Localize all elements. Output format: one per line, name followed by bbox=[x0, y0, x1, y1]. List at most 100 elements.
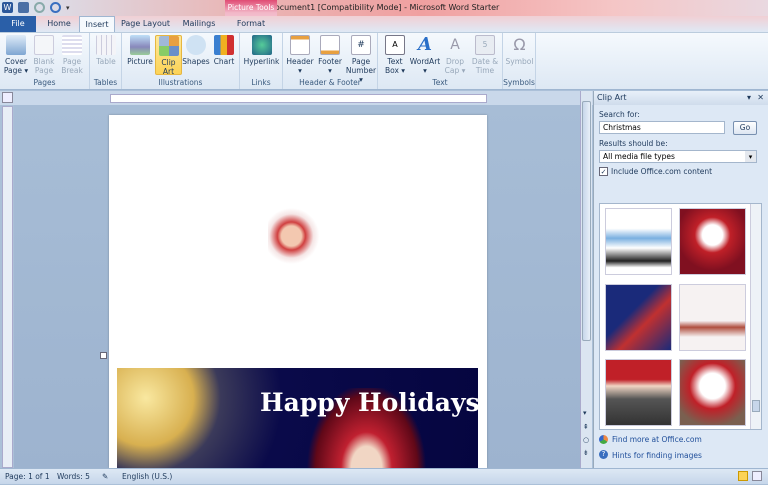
chart-button[interactable]: Chart bbox=[210, 35, 238, 66]
print-layout-icon[interactable] bbox=[738, 471, 748, 481]
page-break-icon bbox=[62, 35, 82, 55]
word-count[interactable]: Words: 5 bbox=[57, 469, 90, 485]
clip-art-button[interactable]: Clip Art bbox=[155, 35, 182, 76]
vertical-scrollbar[interactable]: ▾ ⇞ ○ ⇟ bbox=[580, 91, 592, 468]
drop-cap-icon: A bbox=[450, 37, 460, 53]
clip-result-santa-laptop[interactable] bbox=[605, 359, 672, 426]
results-scrollbar[interactable] bbox=[750, 204, 761, 429]
ribbon-tabs: File Home Insert Page Layout Mailings Fo… bbox=[0, 16, 768, 32]
close-icon[interactable]: ✕ bbox=[757, 91, 764, 105]
group-illustrations: Picture Clip Art Shapes Chart Illustrati… bbox=[122, 33, 240, 89]
group-label: Links bbox=[251, 78, 271, 87]
horizontal-ruler[interactable] bbox=[110, 94, 487, 103]
holiday-banner-image[interactable]: Happy Holidays bbox=[117, 368, 478, 468]
clip-result-santa-writing[interactable] bbox=[679, 359, 746, 426]
wordart-icon: A bbox=[418, 34, 432, 55]
shapes-button[interactable]: Shapes bbox=[182, 35, 210, 66]
tab-file[interactable]: File bbox=[0, 16, 36, 32]
text-box-button[interactable]: A Text Box ▾ bbox=[382, 35, 408, 75]
group-pages: Cover Page ▾ Blank Page Page Break Pages bbox=[0, 33, 90, 89]
results-label: Results should be: bbox=[599, 139, 668, 148]
header-icon bbox=[290, 35, 310, 55]
tab-page-layout[interactable]: Page Layout bbox=[118, 16, 173, 32]
banner-text: Happy Holidays bbox=[260, 388, 478, 417]
wordart-button[interactable]: A WordArt ▾ bbox=[409, 34, 441, 76]
footer-icon bbox=[320, 35, 340, 55]
omega-icon: Ω bbox=[513, 35, 526, 54]
clip-result-santa-sofa[interactable] bbox=[679, 284, 746, 351]
date-time-button[interactable]: 5 Date & Time bbox=[470, 35, 500, 75]
tab-mailings[interactable]: Mailings bbox=[176, 16, 222, 32]
tab-insert[interactable]: Insert bbox=[79, 16, 115, 32]
language[interactable]: English (U.S.) bbox=[122, 469, 172, 485]
full-screen-reading-icon[interactable] bbox=[752, 471, 762, 481]
include-office-checkbox[interactable]: ✓ bbox=[599, 167, 608, 176]
clip-result-santa-sleigh[interactable] bbox=[605, 284, 672, 351]
pane-options-icon[interactable]: ▾ bbox=[747, 91, 751, 105]
search-input[interactable]: Christmas bbox=[599, 121, 725, 134]
hyperlink-button[interactable]: Hyperlink bbox=[242, 35, 281, 66]
drop-cap-button[interactable]: A Drop Cap ▾ bbox=[441, 35, 469, 75]
page-break-button[interactable]: Page Break bbox=[58, 35, 86, 75]
clip-result-snow-globe[interactable] bbox=[605, 208, 672, 275]
symbol-button[interactable]: Ω Symbol bbox=[505, 35, 534, 66]
anchor-icon[interactable] bbox=[100, 352, 107, 359]
group-header-footer: Header ▾ Footer ▾ # Page Number ▾ Header & … bbox=[283, 33, 378, 89]
cover-page-button[interactable]: Cover Page ▾ bbox=[2, 35, 30, 75]
proofing-icon[interactable]: ✎ bbox=[102, 469, 108, 485]
group-label: Illustrations bbox=[158, 78, 203, 87]
group-label: Pages bbox=[33, 78, 56, 87]
group-label: Symbols bbox=[503, 78, 535, 87]
next-page-icon[interactable]: ⇟ bbox=[583, 449, 589, 457]
page-number-button[interactable]: # Page Number ▾ bbox=[345, 35, 377, 84]
scroll-down-icon[interactable]: ▾ bbox=[583, 409, 587, 417]
pane-title: Clip Art bbox=[597, 93, 627, 102]
santa-clip-art-image[interactable] bbox=[268, 208, 320, 264]
footer-button[interactable]: Footer ▾ bbox=[315, 35, 345, 75]
tab-home[interactable]: Home bbox=[40, 16, 78, 32]
table-button[interactable]: Table bbox=[92, 35, 120, 66]
media-type-select[interactable]: All media file types ▾ bbox=[599, 150, 757, 163]
calendar-icon: 5 bbox=[475, 35, 495, 55]
picture-icon bbox=[130, 35, 150, 55]
clip-result-santa-gift[interactable] bbox=[679, 208, 746, 275]
picture-tools-label: Picture Tools bbox=[227, 3, 275, 12]
scrollbar-thumb[interactable] bbox=[582, 101, 591, 341]
find-more-link[interactable]: Find more at Office.com bbox=[612, 435, 702, 444]
shapes-icon bbox=[186, 35, 206, 55]
chevron-down-icon[interactable]: ▾ bbox=[745, 151, 756, 162]
search-label: Search for: bbox=[599, 110, 640, 119]
go-button[interactable]: Go bbox=[733, 121, 757, 135]
picture-button[interactable]: Picture bbox=[125, 35, 155, 66]
results-list[interactable] bbox=[599, 203, 762, 430]
tab-selector-icon[interactable] bbox=[2, 92, 13, 103]
cover-page-icon bbox=[6, 35, 26, 55]
table-icon bbox=[96, 35, 116, 55]
title-bar: W ▾ Document1 [Compatibility Mode] - Mic… bbox=[0, 0, 768, 16]
status-bar: Page: 1 of 1 Words: 5 ✎ English (U.S.) bbox=[0, 468, 768, 484]
previous-page-icon[interactable]: ⇞ bbox=[583, 423, 589, 431]
text-box-icon: A bbox=[385, 35, 405, 55]
group-symbols: Ω Symbol Symbols bbox=[503, 33, 536, 89]
group-links: Hyperlink Links bbox=[240, 33, 283, 89]
group-text: A Text Box ▾ A WordArt ▾ A Drop Cap ▾ 5 Date … bbox=[378, 33, 503, 89]
group-label: Tables bbox=[93, 78, 118, 87]
blank-page-button[interactable]: Blank Page bbox=[31, 35, 57, 75]
help-icon: ? bbox=[599, 450, 608, 459]
browse-object-icon[interactable]: ○ bbox=[583, 436, 589, 444]
media-type-value: All media file types bbox=[603, 152, 675, 161]
clip-art-icon bbox=[158, 36, 179, 56]
page-count[interactable]: Page: 1 of 1 bbox=[5, 469, 50, 485]
vertical-ruler[interactable] bbox=[2, 106, 13, 468]
hints-link[interactable]: Hints for finding images bbox=[612, 451, 702, 460]
ribbon: Cover Page ▾ Blank Page Page Break Pages… bbox=[0, 32, 768, 90]
clip-art-pane: Clip Art ▾ ✕ Search for: Christmas Go Re… bbox=[593, 91, 768, 468]
page-number-icon: # bbox=[351, 35, 371, 55]
header-button[interactable]: Header ▾ bbox=[285, 35, 315, 75]
office-logo-icon bbox=[599, 435, 608, 444]
window-title: Document1 [Compatibility Mode] - Microso… bbox=[268, 3, 500, 12]
globe-link-icon bbox=[251, 35, 272, 55]
results-scroll-thumb[interactable] bbox=[752, 400, 760, 412]
group-tables: Table Tables bbox=[90, 33, 122, 89]
tab-format[interactable]: Format bbox=[226, 16, 276, 32]
